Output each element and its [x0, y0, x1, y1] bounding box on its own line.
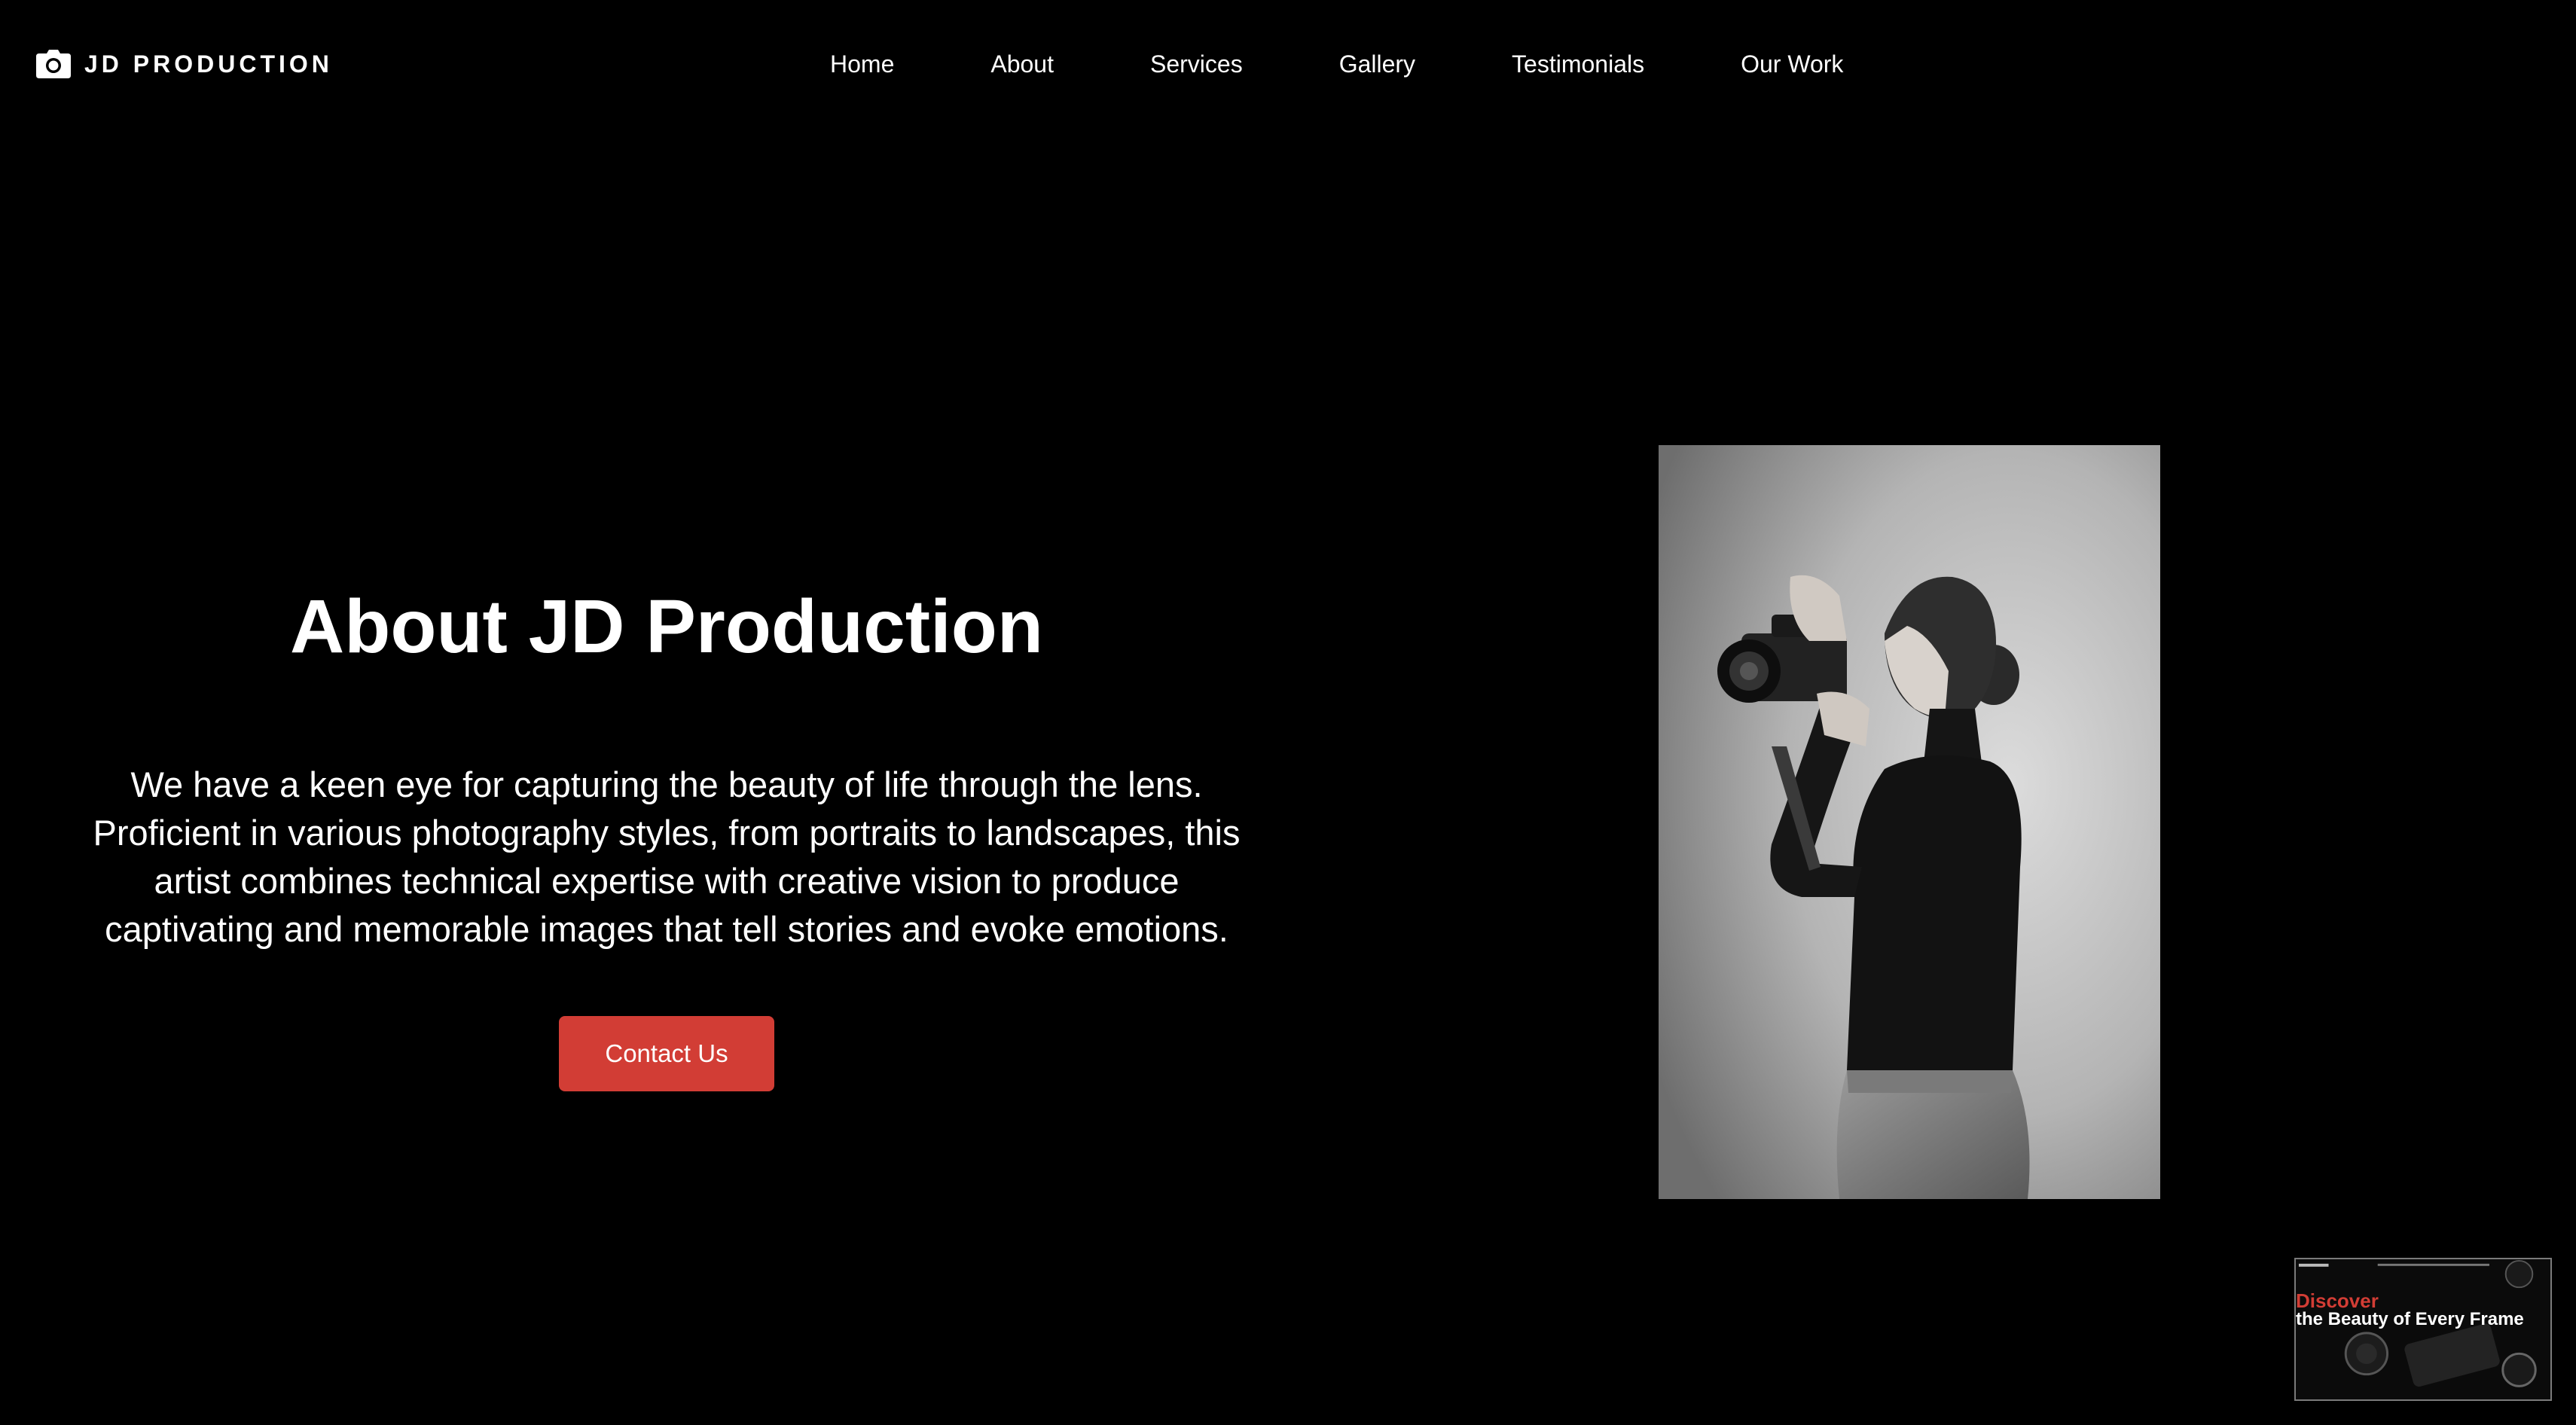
nav-item-about[interactable]: About [990, 50, 1054, 78]
nav-item-our-work[interactable]: Our Work [1741, 50, 1843, 78]
page: JD PRODUCTION Home About Services Galler… [0, 0, 2576, 1425]
nav-item-home[interactable]: Home [830, 50, 894, 78]
about-description-line: We have a keen eye for capturing the bea… [130, 764, 1203, 804]
main-nav: Home About Services Gallery Testimonials… [830, 45, 1843, 83]
about-description-line: captivating and memorable images that te… [105, 909, 1228, 949]
thumbnail-tagline: the Beauty of Every Frame [2296, 1309, 2524, 1329]
preview-thumbnail[interactable]: Discover the Beauty of Every Frame [2294, 1258, 2552, 1401]
about-title: About JD Production [290, 584, 1043, 669]
nav-item-gallery[interactable]: Gallery [1339, 50, 1415, 78]
nav-item-services[interactable]: Services [1150, 50, 1243, 78]
photographer-portrait-image [1659, 445, 2160, 1199]
about-description-line: Proficient in various photography styles… [93, 813, 1241, 853]
nav-item-testimonials[interactable]: Testimonials [1512, 50, 1644, 78]
camera-icon [36, 50, 71, 78]
about-description-line: artist combines technical expertise with… [154, 861, 1180, 901]
site-header: JD PRODUCTION Home About Services Galler… [0, 0, 2576, 128]
brand-logo[interactable]: JD PRODUCTION [36, 45, 333, 83]
brand-name: JD PRODUCTION [84, 50, 333, 78]
about-description: We have a keen eye for capturing the bea… [72, 761, 1262, 954]
contact-us-button[interactable]: Contact Us [559, 1016, 774, 1091]
